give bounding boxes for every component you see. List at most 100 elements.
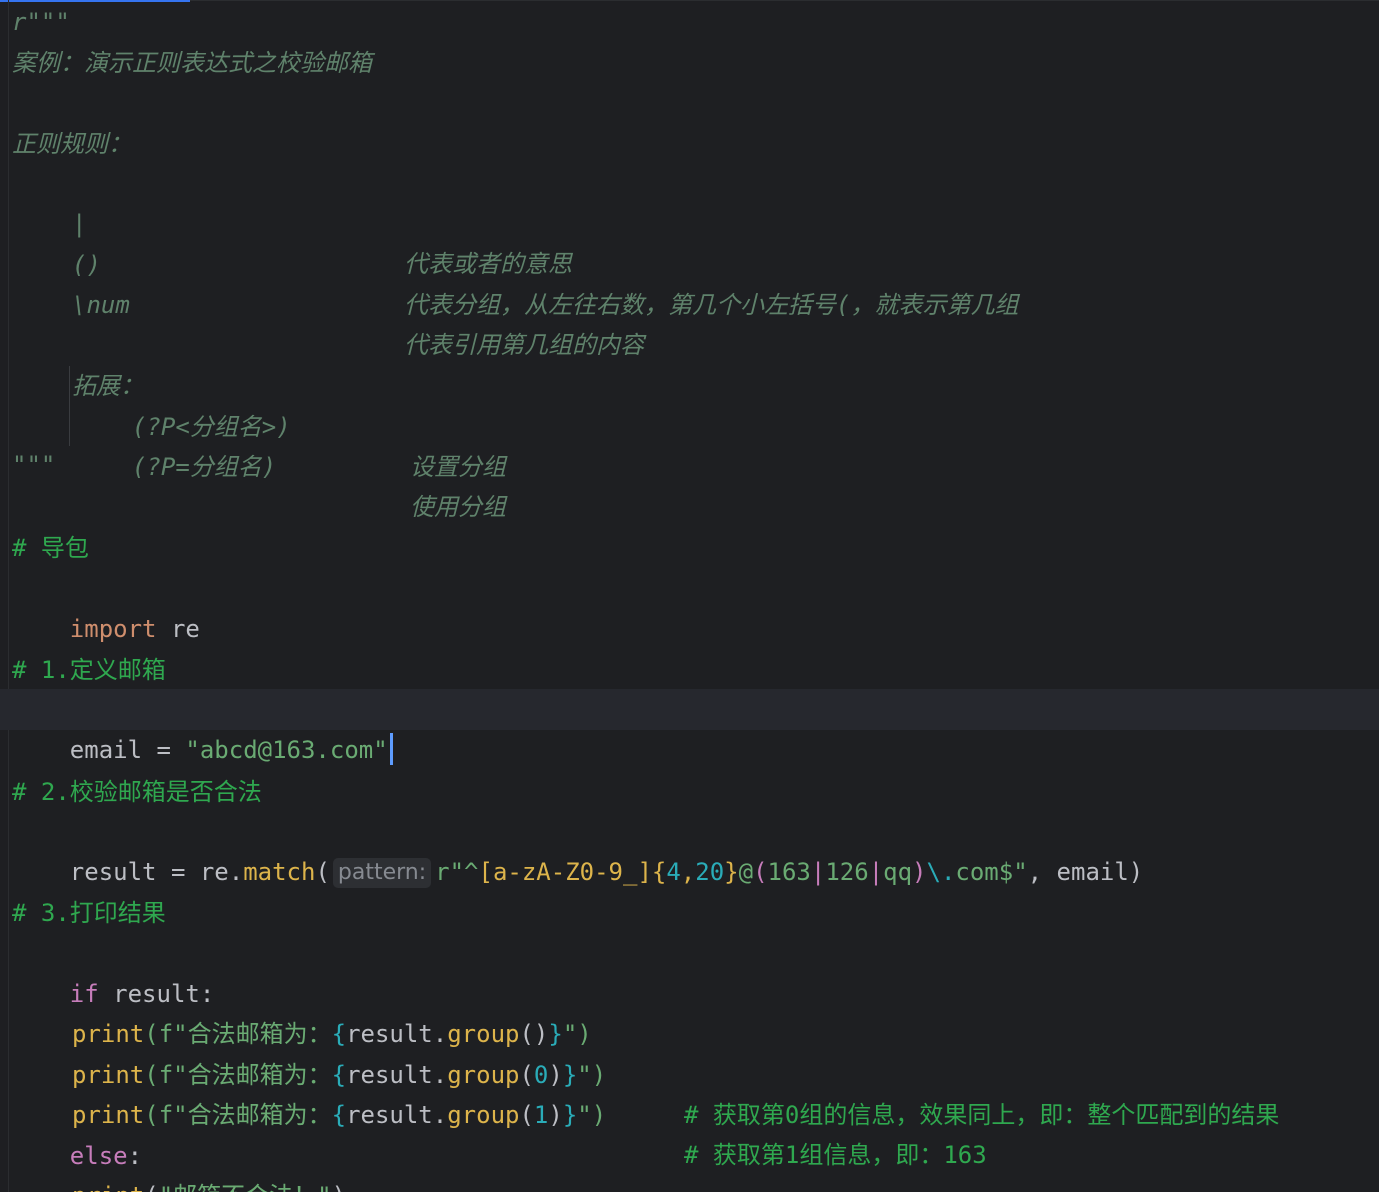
comment-print[interactable]: # 3.打印结果 bbox=[12, 893, 166, 933]
regex-group-close: ) bbox=[912, 858, 927, 886]
email-assign: email = bbox=[69, 736, 186, 764]
code-line-else[interactable]: else: bbox=[12, 1096, 142, 1170]
fstring-end: ") bbox=[577, 1101, 607, 1129]
rule-symbol: () bbox=[72, 251, 101, 279]
ext-heading-text: 拓展： bbox=[72, 372, 144, 400]
print-function: print bbox=[72, 1020, 145, 1048]
group-method: group bbox=[447, 1020, 520, 1048]
parameter-hint: pattern: bbox=[332, 858, 432, 888]
group-call: () bbox=[519, 1020, 549, 1048]
text-caret bbox=[389, 733, 393, 765]
else-keyword: else bbox=[69, 1142, 128, 1170]
fstring-brace-open: { bbox=[331, 1020, 347, 1048]
regex-char-class: [a-zA-Z0-9_] bbox=[478, 858, 652, 886]
docstring-rules-heading[interactable]: 正则规则： bbox=[12, 124, 132, 164]
regex-quant-close: } bbox=[724, 858, 739, 886]
comment-import[interactable]: # 导包 bbox=[12, 528, 89, 568]
regex-alt-163: 163 bbox=[767, 858, 811, 886]
print-function: print bbox=[72, 1182, 144, 1192]
fstring-brace-open: { bbox=[331, 1061, 347, 1089]
result-ref: result. bbox=[346, 1061, 448, 1089]
result-ref: result. bbox=[346, 1101, 448, 1129]
docstring-rule-row[interactable]: | 代表或者的意思 bbox=[12, 164, 572, 278]
import-keyword: import bbox=[69, 615, 157, 643]
docstring-rule-row[interactable]: \num 代表引用第几组的内容 bbox=[12, 245, 644, 359]
match-function: match bbox=[243, 858, 316, 886]
code-line-print-1[interactable]: print(f"合法邮箱为：{result.group()}") bbox=[12, 974, 592, 1048]
code-editor[interactable]: r""" 案例：演示正则表达式之校验邮箱 正则规则： | 代表或者的意思 () … bbox=[0, 0, 1379, 1192]
regex-tail: com$" bbox=[955, 858, 1028, 886]
match-args-rest: , email) bbox=[1027, 858, 1144, 886]
code-line-print-2[interactable]: print(f"合法邮箱为：{result.group(0)}") # 获取第0… bbox=[12, 1015, 1279, 1129]
rule-desc: 代表引用第几组的内容 bbox=[404, 331, 644, 359]
regex-prefix: r"^ bbox=[435, 858, 479, 886]
group-method: group bbox=[447, 1061, 520, 1089]
ext-symbol: (?P=分组名) bbox=[132, 453, 277, 481]
docstring-open[interactable]: r""" bbox=[12, 2, 70, 42]
regex-pipe: | bbox=[868, 858, 884, 886]
result-assign: result = re. bbox=[69, 858, 244, 886]
comment-check[interactable]: # 2.校验邮箱是否合法 bbox=[12, 772, 262, 812]
regex-quant-comma: , bbox=[680, 858, 696, 886]
code-line-print-4[interactable]: print("邮箱不合法！") bbox=[12, 1136, 346, 1192]
email-string: "abcd@163.com" bbox=[185, 736, 388, 764]
fstring-brace-open: { bbox=[331, 1101, 347, 1129]
print-function: print bbox=[72, 1061, 145, 1089]
fstring-start: (f"合法邮箱为： bbox=[144, 1020, 332, 1048]
docstring-ext-row[interactable]: (?P<分组名>) 设置分组 bbox=[12, 367, 506, 481]
docstring-rule-row[interactable]: () 代表分组，从左往右数，第几个小左括号(，就表示第几组 bbox=[12, 205, 1018, 319]
regex-alt-qq: qq bbox=[883, 858, 913, 886]
fstring-start: (f"合法邮箱为： bbox=[144, 1061, 332, 1089]
tab-bar-border bbox=[190, 0, 1379, 1]
group-paren-close: ) bbox=[548, 1101, 563, 1129]
ext-symbol: (?P<分组名>) bbox=[132, 413, 291, 441]
rule-symbol: \num bbox=[72, 291, 130, 319]
open-paren: ( bbox=[315, 858, 330, 886]
if-keyword: if bbox=[69, 980, 99, 1008]
regex-pipe: | bbox=[810, 858, 826, 886]
fstring-end: ") bbox=[577, 1061, 607, 1089]
group-paren-open: ( bbox=[519, 1061, 534, 1089]
ext-desc: 使用分组 bbox=[410, 493, 506, 521]
else-colon: : bbox=[127, 1142, 143, 1170]
rule-desc: 代表或者的意思 bbox=[404, 250, 572, 278]
rule-symbol: | bbox=[72, 210, 87, 238]
group-index: 0 bbox=[533, 1061, 549, 1089]
fstring-end: ") bbox=[562, 1020, 592, 1048]
regex-alt-126: 126 bbox=[825, 858, 869, 886]
code-line-if[interactable]: if result: bbox=[12, 934, 215, 1008]
inline-comment: # 获取第1组信息，即：163 bbox=[684, 1141, 987, 1169]
regex-quant-max: 20 bbox=[695, 858, 725, 886]
if-condition: result: bbox=[98, 980, 215, 1008]
docstring-title[interactable]: 案例：演示正则表达式之校验邮箱 bbox=[12, 43, 372, 83]
print-paren-open: ( bbox=[144, 1182, 158, 1192]
group-paren-open: ( bbox=[519, 1101, 534, 1129]
fstring-brace-close: } bbox=[548, 1020, 563, 1048]
regex-escape: \. bbox=[926, 858, 956, 886]
ext-desc: 设置分组 bbox=[410, 453, 506, 481]
regex-group-open: ( bbox=[753, 858, 768, 886]
comment-define[interactable]: # 1.定义邮箱 bbox=[12, 650, 166, 690]
gutter-border bbox=[8, 0, 9, 1192]
docstring-ext-heading[interactable]: 拓展： bbox=[12, 326, 144, 400]
fstring-brace-close: } bbox=[562, 1061, 578, 1089]
result-ref: result. bbox=[346, 1020, 448, 1048]
group-index: 1 bbox=[533, 1101, 549, 1129]
regex-quant-min: 4 bbox=[666, 858, 681, 886]
regex-at: @ bbox=[738, 858, 754, 886]
group-method: group bbox=[447, 1101, 520, 1129]
fstring-brace-close: } bbox=[562, 1101, 578, 1129]
fstring-start: (f"合法邮箱为： bbox=[144, 1101, 332, 1129]
group-paren-close: ) bbox=[548, 1061, 563, 1089]
docstring-ext-row[interactable]: (?P=分组名) 使用分组 bbox=[12, 407, 506, 521]
rule-desc: 代表分组，从左往右数，第几个小左括号(，就表示第几组 bbox=[404, 291, 1019, 319]
code-line-match[interactable]: result = re.match(pattern: r"^[a-zA-Z0-9_… bbox=[12, 812, 1143, 888]
import-module: re bbox=[156, 615, 200, 643]
code-line-import[interactable]: import re bbox=[12, 569, 200, 643]
code-line-email[interactable]: email = "abcd@163.com" bbox=[12, 690, 393, 765]
invalid-message: "邮箱不合法！" bbox=[159, 1182, 332, 1192]
regex-quant-open: { bbox=[651, 858, 667, 886]
docstring-close[interactable]: """ bbox=[12, 445, 55, 485]
print-paren-close: ) bbox=[332, 1182, 346, 1192]
code-line-print-3[interactable]: print(f"合法邮箱为：{result.group(1)}") # 获取第1… bbox=[12, 1055, 987, 1169]
